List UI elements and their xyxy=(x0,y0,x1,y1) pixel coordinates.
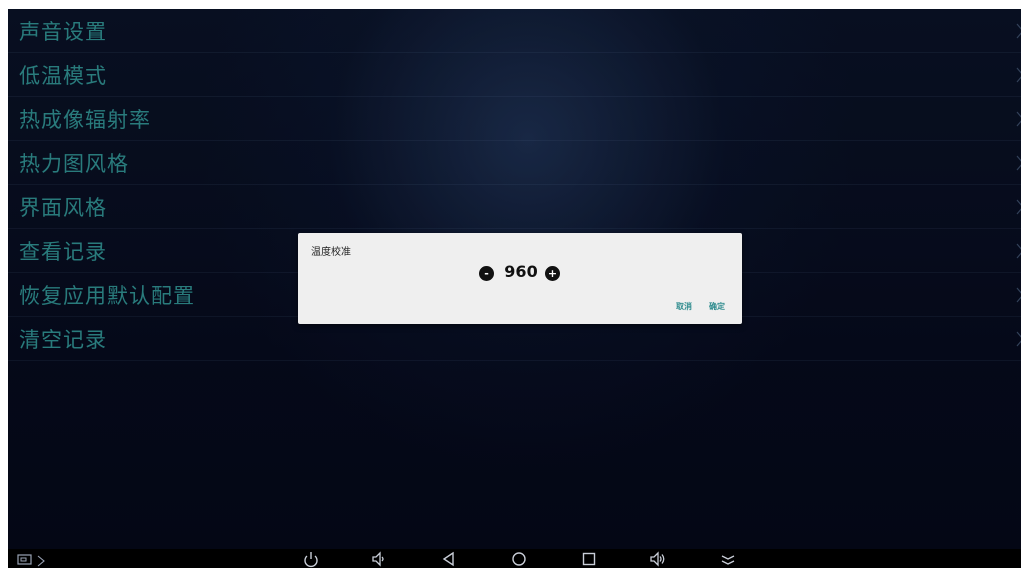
calibration-value: 960 xyxy=(504,262,538,281)
dialog-title: 温度校准 xyxy=(311,247,351,258)
calibration-stepper: - 960 + xyxy=(298,261,742,285)
volume-down-icon[interactable] xyxy=(370,550,388,568)
confirm-button[interactable]: 确定 xyxy=(709,301,725,312)
recents-icon[interactable] xyxy=(580,550,598,568)
increment-button[interactable]: + xyxy=(545,266,560,281)
cast-icon[interactable] xyxy=(32,550,50,568)
system-navigation-bar xyxy=(8,549,1021,568)
collapse-icon[interactable] xyxy=(719,550,737,568)
home-icon[interactable] xyxy=(510,550,528,568)
power-icon[interactable] xyxy=(302,550,320,568)
cancel-button[interactable]: 取消 xyxy=(676,301,692,312)
volume-up-icon[interactable] xyxy=(649,550,667,568)
app-screen: 声音设置 低温模式 热成像辐射率 热力图风格 界面风格 查看记录 恢复应用默认配… xyxy=(8,9,1021,568)
temperature-calibration-dialog: 温度校准 - 960 + 取消 确定 xyxy=(298,233,742,324)
back-icon[interactable] xyxy=(440,550,458,568)
decrement-button[interactable]: - xyxy=(479,266,494,281)
